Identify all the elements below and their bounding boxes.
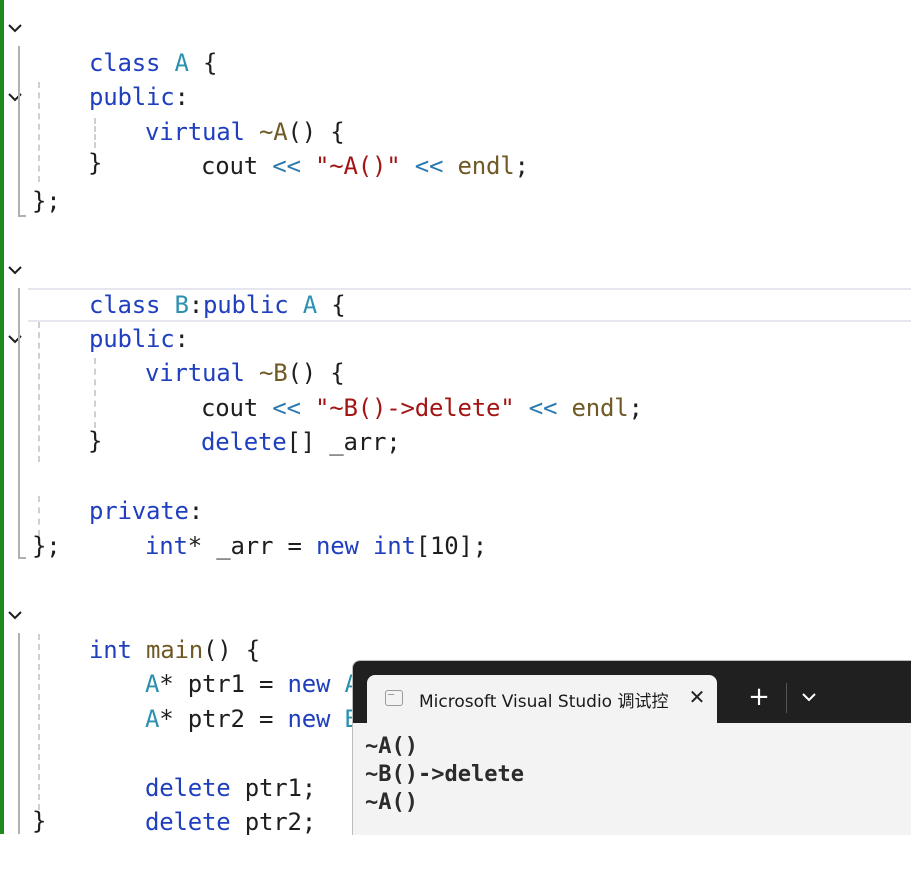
code-line[interactable]: private:	[32, 460, 203, 525]
code-line[interactable]: virtual ~A() {	[88, 81, 345, 146]
code-line[interactable]: };	[32, 529, 61, 563]
keyword: int	[145, 532, 188, 560]
code-line[interactable]: cout << "~A()" << endl;	[144, 115, 529, 180]
brace: };	[32, 187, 61, 215]
code-line[interactable]: }	[32, 804, 46, 838]
code-line[interactable]: delete ptr1;	[88, 737, 316, 802]
code-line[interactable]: A* ptr1 = new A;	[88, 633, 373, 698]
punct: ;	[628, 394, 643, 422]
brace: {	[331, 291, 346, 319]
punct: ;	[472, 532, 487, 560]
punct: *	[159, 705, 174, 733]
keyword: new	[287, 705, 331, 733]
terminal-window[interactable]: Microsoft Visual Studio 调试控 ✕ + ~A() ~B(…	[352, 660, 911, 835]
type-name: A	[145, 705, 160, 733]
fold-region-bracket	[18, 46, 28, 216]
punct: ;	[386, 428, 401, 456]
terminal-output[interactable]: ~A() ~B()->delete ~A()	[365, 733, 905, 817]
identifier: cout	[201, 152, 258, 180]
terminal-tab-icon	[385, 690, 403, 706]
titlebar-divider	[786, 683, 787, 713]
operator: =	[287, 532, 302, 560]
type-name: A	[302, 291, 317, 319]
output-line: ~A()	[365, 790, 418, 815]
tab-title: Microsoft Visual Studio 调试控	[419, 692, 669, 712]
punct: *	[187, 532, 202, 560]
keyword: public	[203, 291, 289, 319]
brace: };	[32, 532, 61, 560]
fold-chevron-icon[interactable]	[8, 21, 22, 35]
punct: :	[188, 291, 203, 319]
fold-region-end	[18, 215, 26, 217]
operator: <<	[414, 152, 444, 180]
code-line[interactable]: };	[32, 184, 61, 218]
brace: }	[88, 427, 103, 455]
fold-chevron-icon[interactable]	[8, 608, 22, 622]
keyword: new	[316, 532, 359, 560]
code-line[interactable]: public:	[32, 46, 189, 111]
punct: ;	[514, 152, 529, 180]
output-line: ~A()	[365, 734, 418, 759]
code-line[interactable]: virtual ~B() {	[88, 322, 345, 387]
identifier: _arr	[216, 532, 274, 560]
fold-region-bracket	[18, 633, 28, 834]
code-line[interactable]: class B:public A {	[32, 254, 346, 319]
code-line[interactable]: int main() {	[32, 599, 260, 664]
code-line[interactable]: class A {	[32, 12, 217, 77]
code-line[interactable]: }	[88, 424, 102, 458]
fold-region-bracket	[18, 288, 28, 558]
keyword: delete	[145, 808, 231, 836]
code-line[interactable]: }	[88, 146, 102, 180]
output-line: ~B()->delete	[365, 762, 524, 787]
terminal-titlebar: Microsoft Visual Studio 调试控 ✕ +	[353, 661, 911, 723]
identifier: ptr2	[244, 808, 302, 836]
punct: ;	[301, 808, 316, 836]
operator: <<	[272, 152, 301, 180]
punct: [10]	[415, 532, 473, 560]
code-line[interactable]: A* ptr2 = new B;	[88, 668, 373, 733]
operator: =	[259, 705, 274, 733]
identifier: endl	[571, 394, 629, 422]
terminal-tab[interactable]: Microsoft Visual Studio 调试控 ✕	[367, 675, 717, 723]
punct: []	[286, 428, 316, 456]
identifier: _arr	[329, 428, 387, 456]
operator: <<	[528, 394, 558, 422]
identifier: endl	[457, 152, 515, 180]
string-literal: "~A()"	[315, 152, 401, 180]
plus-icon[interactable]: +	[743, 683, 775, 711]
chevron-down-icon[interactable]	[795, 683, 823, 711]
fold-chevron-icon[interactable]	[8, 263, 22, 277]
code-line[interactable]: delete[] _arr;	[144, 391, 401, 456]
code-line[interactable]: delete ptr2;	[88, 771, 316, 836]
code-line[interactable]: cout << "~B()->delete" << endl;	[144, 357, 643, 422]
code-line[interactable]: public:	[32, 288, 189, 353]
identifier: ptr2	[187, 705, 245, 733]
keyword: int	[373, 532, 416, 560]
code-line[interactable]: int* _arr = new int[10];	[88, 495, 487, 560]
brace: }	[32, 807, 47, 835]
brace: }	[88, 149, 103, 177]
fold-region-end	[18, 557, 26, 559]
close-icon[interactable]: ✕	[685, 685, 709, 709]
brace: {	[203, 49, 218, 77]
keyword: delete	[201, 428, 287, 456]
